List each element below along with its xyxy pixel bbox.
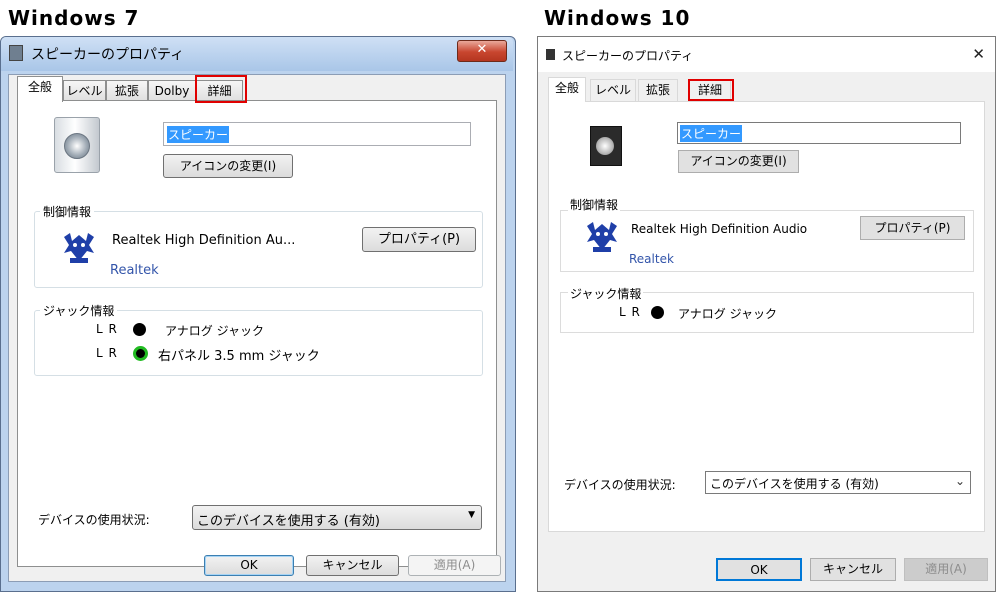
properties-button[interactable]: プロパティ(P) <box>860 216 965 240</box>
device-name-value: スピーカー <box>680 125 743 142</box>
change-icon-button[interactable]: アイコンの変更(I) <box>163 154 293 178</box>
cancel-button[interactable]: キャンセル <box>810 558 896 581</box>
ok-button[interactable]: OK <box>204 555 294 576</box>
win7-titlebar[interactable]: スピーカーのプロパティ ✕ <box>1 37 513 71</box>
dropdown-arrow-icon: ▼ <box>468 510 475 520</box>
jack-lr-1: L R <box>96 322 118 336</box>
apply-button[interactable]: 適用(A) <box>904 558 988 581</box>
controller-name: Realtek High Definition Audio <box>631 222 808 236</box>
device-name-field[interactable]: スピーカー <box>163 122 471 146</box>
tab-dolby[interactable]: Dolby <box>148 80 196 102</box>
device-name-field[interactable]: スピーカー <box>677 122 961 144</box>
device-usage-dropdown[interactable]: このデバイスを使用する (有効) ⌄ <box>705 471 971 494</box>
win7-tab-panel: スピーカー アイコンの変更(I) 制御情報 Realtek High Defin… <box>17 100 497 567</box>
windows10-heading: Windows 10 <box>544 6 691 30</box>
jack-label-1: アナログ ジャック <box>165 324 264 338</box>
jack-info-label: ジャック情報 <box>40 302 118 319</box>
window-title: スピーカーのプロパティ <box>562 49 694 63</box>
tab-levels[interactable]: レベル <box>590 79 636 101</box>
change-icon-button[interactable]: アイコンの変更(I) <box>678 150 799 173</box>
tab-enhancements[interactable]: 拡張 <box>638 79 678 101</box>
jack-lr-2: L R <box>96 346 118 360</box>
realtek-logo-icon <box>585 220 619 254</box>
jack-label-2: 右パネル 3.5 mm ジャック <box>158 349 320 364</box>
win10-titlebar[interactable]: スピーカーのプロパティ ✕ <box>538 37 995 72</box>
jack-color-green-icon <box>133 346 148 361</box>
controller-name: Realtek High Definition Au... <box>112 233 296 248</box>
jack-color-black-icon <box>133 323 146 336</box>
win10-tab-panel: スピーカー アイコンの変更(I) 制御情報 Realtek High Defin… <box>548 101 985 532</box>
vendor-link[interactable]: Realtek <box>110 263 159 278</box>
tab-general[interactable]: 全般 <box>548 77 586 102</box>
apply-button[interactable]: 適用(A) <box>408 555 501 576</box>
controller-info-label: 制御情報 <box>40 203 95 220</box>
jack-info-label: ジャック情報 <box>568 285 644 302</box>
close-icon: ✕ <box>476 42 488 57</box>
close-button[interactable]: ✕ <box>457 40 507 62</box>
tab-enhancements[interactable]: 拡張 <box>106 80 148 102</box>
jack-lr-1: L R <box>619 305 641 319</box>
device-usage-label: デバイスの使用状況: <box>564 478 676 492</box>
speaker-icon <box>590 126 622 166</box>
chevron-down-icon: ⌄ <box>954 474 965 488</box>
ok-button[interactable]: OK <box>716 558 802 581</box>
device-usage-value: このデバイスを使用する (有効) <box>197 514 380 529</box>
tab-levels[interactable]: レベル <box>63 80 106 102</box>
device-name-value: スピーカー <box>167 126 230 143</box>
speaker-icon <box>54 117 100 173</box>
realtek-logo-icon <box>62 231 96 265</box>
windows7-heading: Windows 7 <box>8 6 140 30</box>
controller-info-label: 制御情報 <box>568 196 621 213</box>
speaker-small-icon <box>546 49 555 60</box>
jack-info-group <box>34 310 483 376</box>
window-title: スピーカーのプロパティ <box>31 47 185 63</box>
speaker-small-icon <box>9 45 23 61</box>
properties-button[interactable]: プロパティ(P) <box>362 227 476 252</box>
jack-color-black-icon <box>651 306 664 319</box>
vendor-link[interactable]: Realtek <box>629 252 674 266</box>
device-usage-value: このデバイスを使用する (有効) <box>710 477 879 491</box>
cancel-button[interactable]: キャンセル <box>306 555 399 576</box>
highlight-box-advanced-tab <box>688 79 734 101</box>
device-usage-label: デバイスの使用状況: <box>38 513 150 527</box>
highlight-box-advanced-tab <box>195 75 247 103</box>
close-icon[interactable]: ✕ <box>972 45 985 63</box>
device-usage-dropdown[interactable]: このデバイスを使用する (有効) ▼ <box>192 505 482 530</box>
tab-general[interactable]: 全般 <box>17 76 63 102</box>
jack-label-1: アナログ ジャック <box>678 307 777 321</box>
